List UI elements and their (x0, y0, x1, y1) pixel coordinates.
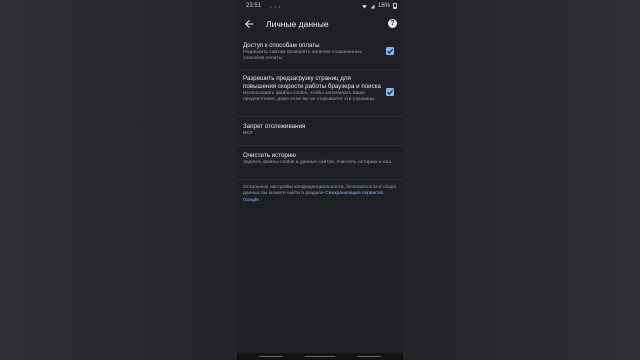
phone-screen: 23:51 • • • 18% Личные данные ? Доступ к… (237, 0, 403, 360)
setting-preload-pages[interactable]: Разрешить предзагрузку страниц для повыш… (237, 73, 403, 115)
footer-note: Остальные настройки конфиденциальности, … (243, 185, 397, 204)
setting-do-not-track[interactable]: Запрет отслеживания ВКЛ (237, 120, 403, 142)
setting-subtitle: Использовать файлы cookie, чтобы запомин… (243, 91, 375, 102)
battery-percent: 18% (377, 3, 390, 9)
setting-subtitle: Разрешить сайтам проверять наличие сохра… (243, 50, 362, 61)
notification-dots: • • • (270, 4, 282, 9)
nav-home-button[interactable] (305, 356, 335, 357)
help-icon[interactable]: ? (388, 19, 397, 28)
footer-end: . (258, 197, 261, 203)
check-icon (387, 48, 394, 54)
nav-recents-button[interactable] (259, 356, 283, 357)
payment-methods-checkbox[interactable] (386, 47, 394, 55)
divider (237, 145, 403, 146)
setting-title: Запрет отслеживания (243, 123, 306, 130)
divider (237, 179, 403, 180)
left-blur-background (0, 0, 237, 360)
setting-title: Доступ к способам оплаты (243, 42, 320, 49)
check-icon (387, 89, 394, 95)
battery-icon (393, 3, 397, 9)
status-right-group: 18% (362, 3, 397, 9)
wifi-icon (362, 4, 367, 8)
app-bar: Личные данные ? (237, 14, 403, 34)
setting-payment-methods[interactable]: Доступ к способам оплаты Разрешить сайта… (237, 40, 403, 68)
setting-subtitle: Удалить файлы cookie и данные сайтов, оч… (243, 160, 392, 165)
nav-back-button[interactable] (357, 356, 381, 357)
status-bar: 23:51 • • • 18% (237, 0, 403, 14)
navigation-bar (237, 353, 403, 360)
preload-pages-checkbox[interactable] (386, 88, 394, 96)
setting-clear-history[interactable]: Очистить историю Удалить файлы cookie и … (237, 149, 403, 175)
right-blur-background (403, 0, 640, 360)
signal-icon (370, 4, 375, 8)
setting-subtitle: ВКЛ (243, 131, 253, 136)
setting-title: Разрешить предзагрузку страниц для повыш… (243, 75, 381, 90)
status-time: 23:51 (246, 3, 262, 9)
back-arrow-icon[interactable] (243, 18, 255, 30)
divider (237, 116, 403, 117)
setting-title: Очистить историю (243, 152, 296, 159)
page-title: Личные данные (266, 19, 329, 29)
divider (237, 69, 403, 70)
